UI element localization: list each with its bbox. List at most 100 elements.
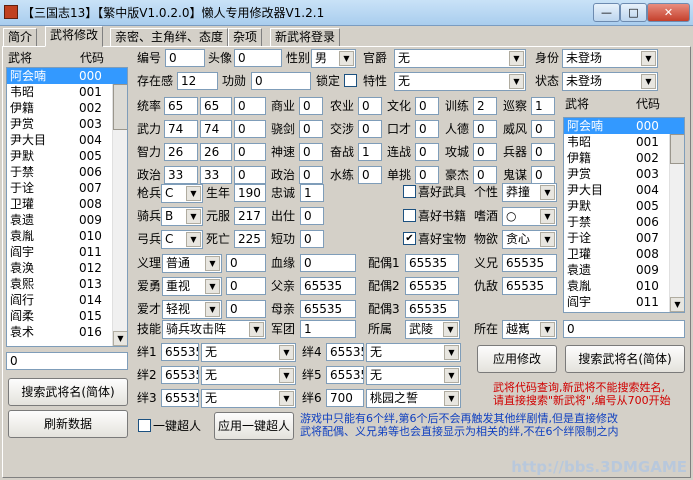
bond-select[interactable]: 无 ▼ <box>201 366 296 385</box>
bond-select[interactable]: 无 ▼ <box>366 366 461 385</box>
stat-current-field[interactable]: 33 <box>200 166 232 184</box>
stat-current-field[interactable]: 74 <box>200 120 232 138</box>
bond-id-field[interactable]: 65535 <box>326 366 364 384</box>
list-item[interactable]: 卫瓘 008 <box>564 246 684 262</box>
love-brave-field[interactable]: 0 <box>226 277 266 295</box>
ability-field[interactable]: 0 <box>358 166 382 184</box>
state-select[interactable]: 未登场 ▼ <box>562 72 658 91</box>
like-book-checkbox[interactable] <box>403 209 416 222</box>
stat-exp-field[interactable]: 0 <box>234 97 266 115</box>
stat-current-field[interactable]: 26 <box>200 143 232 161</box>
merit-field[interactable]: 0 <box>251 72 311 90</box>
stat-base-field[interactable]: 65 <box>164 97 198 115</box>
ability-field[interactable]: 0 <box>531 120 555 138</box>
list-item[interactable]: 于诠 007 <box>7 180 127 196</box>
stat-base-field[interactable]: 33 <box>164 166 198 184</box>
tab-new-general[interactable]: 新武将登录 <box>270 28 341 46</box>
list-item[interactable]: 阿会喃 000 <box>564 118 684 134</box>
list-item[interactable]: 袁遗 009 <box>7 212 127 228</box>
list-item[interactable]: 尹默 005 <box>7 148 127 164</box>
one-key-super-checkbox[interactable] <box>138 419 151 432</box>
mother-field[interactable]: 65535 <box>300 300 356 318</box>
list-item[interactable]: 袁遗 009 <box>564 262 684 278</box>
lock-checkbox[interactable] <box>344 74 357 87</box>
ability-field[interactable]: 1 <box>358 143 382 161</box>
list-item[interactable]: 阎宇 011 <box>7 244 127 260</box>
status-select[interactable]: 未登场 ▼ <box>562 49 658 68</box>
misc-field[interactable]: 0 <box>300 230 324 248</box>
list-item[interactable]: 袁术 016 <box>7 324 127 340</box>
belong-select[interactable]: 武陵 ▼ <box>405 320 460 339</box>
stat-exp-field[interactable]: 0 <box>234 120 266 138</box>
stat-base-field[interactable]: 26 <box>164 143 198 161</box>
ability-field[interactable]: 0 <box>415 97 439 115</box>
bond-id-field[interactable]: 65535 <box>161 343 199 361</box>
spouse1-field[interactable]: 65535 <box>405 254 459 272</box>
ability-field[interactable]: 0 <box>473 120 497 138</box>
list-item[interactable]: 于诠 007 <box>564 230 684 246</box>
drinking-select[interactable]: ○ ▼ <box>502 207 557 226</box>
love-talent-select[interactable]: 轻视 ▼ <box>162 300 222 319</box>
righteousness-field[interactable]: 0 <box>226 254 266 272</box>
spouse3-field[interactable]: 65535 <box>405 300 459 318</box>
ability-field[interactable]: 0 <box>358 120 382 138</box>
right-search-input[interactable]: 0 <box>563 320 685 338</box>
gender-select[interactable]: 男 ▼ <box>311 49 356 68</box>
love-brave-select[interactable]: 重视 ▼ <box>162 277 222 296</box>
presence-field[interactable]: 12 <box>177 72 218 90</box>
minimize-button[interactable]: — <box>593 3 620 22</box>
general-list-right[interactable]: ▲ ▼ 阿会喃000韦昭001伊籍002尹赏003尹大目004尹默005于禁00… <box>563 117 685 313</box>
ability-field[interactable]: 0 <box>299 166 323 184</box>
list-item[interactable]: 袁胤 010 <box>7 228 127 244</box>
tab-intimacy[interactable]: 亲密、主角绊、态度 <box>110 28 229 46</box>
location-select[interactable]: 越嶲 ▼ <box>502 320 557 339</box>
rank-select[interactable]: 无 ▼ <box>394 49 526 68</box>
love-talent-field[interactable]: 0 <box>226 300 266 318</box>
portrait-field[interactable]: 0 <box>234 49 282 67</box>
bloodline-field[interactable]: 0 <box>300 254 356 272</box>
ability-field[interactable]: 0 <box>358 97 382 115</box>
list-item[interactable]: 伊籍 002 <box>7 100 127 116</box>
list-item[interactable]: 尹赏 003 <box>564 166 684 182</box>
bond-id-field[interactable]: 700 <box>326 389 364 407</box>
list-item[interactable]: 于禁 006 <box>7 164 127 180</box>
like-weapon-checkbox[interactable] <box>403 185 416 198</box>
misc-field[interactable]: 0 <box>300 207 324 225</box>
tab-general-edit[interactable]: 武将修改 <box>45 26 104 47</box>
left-search-input[interactable]: 0 <box>6 352 128 370</box>
bond-select[interactable]: 无 ▼ <box>201 389 296 408</box>
skill-select[interactable]: 骑兵攻击阵 ▼ <box>162 320 266 339</box>
apply-one-key-button[interactable]: 应用一键超人 <box>214 412 294 440</box>
close-button[interactable]: ✕ <box>647 3 690 22</box>
ability-field[interactable]: 0 <box>531 166 555 184</box>
father-field[interactable]: 65535 <box>300 277 356 295</box>
ability-field[interactable]: 0 <box>415 166 439 184</box>
ability-field[interactable]: 1 <box>531 97 555 115</box>
general-list-left[interactable]: ▲ ▼ 阿会喃000韦昭001伊籍002尹赏003尹大目004尹默005于禁00… <box>6 67 128 347</box>
ability-field[interactable]: 0 <box>531 143 555 161</box>
sworn-brother-field[interactable]: 65535 <box>502 254 557 272</box>
ability-field[interactable]: 0 <box>299 97 323 115</box>
list-item[interactable]: 卫瓘 008 <box>7 196 127 212</box>
army-field[interactable]: 1 <box>300 320 356 338</box>
stat-exp-field[interactable]: 0 <box>234 143 266 161</box>
left-search-button[interactable]: 搜索武将名(简体) <box>8 378 128 406</box>
list-item[interactable]: 尹赏 003 <box>7 116 127 132</box>
greed-select[interactable]: 贪心 ▼ <box>502 230 557 249</box>
list-item[interactable]: 尹大目 004 <box>564 182 684 198</box>
tab-misc[interactable]: 杂项 <box>228 28 263 46</box>
list-item[interactable]: 伊籍 002 <box>564 150 684 166</box>
year-field[interactable]: 225 <box>234 230 266 248</box>
list-item[interactable]: 阿会喃 000 <box>7 68 127 84</box>
ability-field[interactable]: 0 <box>299 120 323 138</box>
list-item[interactable]: 袁胤 010 <box>564 278 684 294</box>
ability-field[interactable]: 0 <box>299 143 323 161</box>
troop-rank-select[interactable]: C ▼ <box>161 184 203 203</box>
tab-intro[interactable]: 简介 <box>3 28 38 46</box>
list-item[interactable]: 韦昭 001 <box>564 134 684 150</box>
bond-select[interactable]: 无 ▼ <box>366 343 461 362</box>
personality-select[interactable]: 莽撞 ▼ <box>502 183 557 202</box>
list-item[interactable]: 阎柔 015 <box>7 308 127 324</box>
list-item[interactable]: 韦昭 001 <box>7 84 127 100</box>
troop-rank-select[interactable]: B ▼ <box>161 207 203 226</box>
